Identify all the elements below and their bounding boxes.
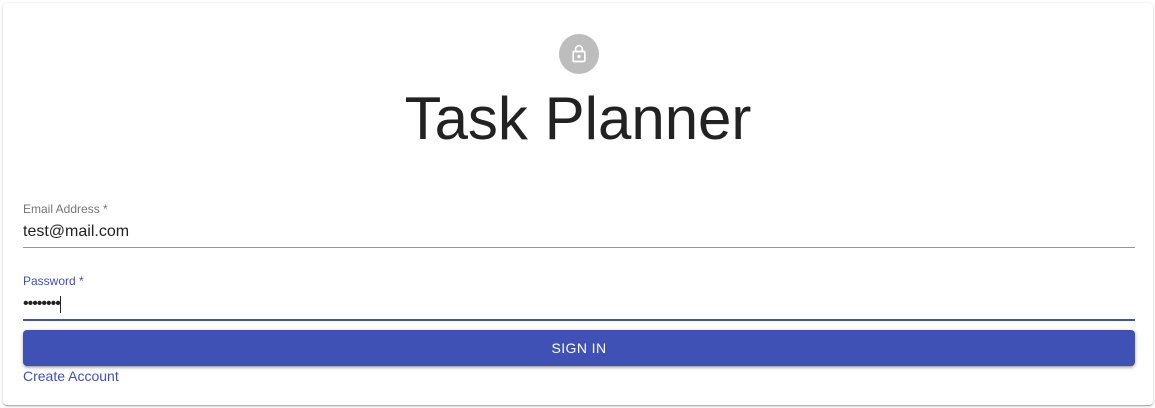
email-underline: [23, 247, 1135, 248]
text-caret: [59, 296, 61, 313]
create-account-link[interactable]: Create Account: [23, 368, 119, 384]
lock-icon: [569, 44, 589, 64]
password-value: ••••••••: [23, 295, 61, 312]
page-title: Task Planner: [404, 85, 752, 152]
login-card: Task Planner Email Address * Password * …: [3, 3, 1153, 405]
password-label: Password *: [23, 274, 84, 288]
email-label: Email Address *: [23, 202, 108, 216]
avatar: [559, 34, 599, 74]
sign-in-button[interactable]: SIGN IN: [23, 330, 1135, 366]
email-input[interactable]: [23, 221, 1135, 243]
password-input[interactable]: ••••••••: [23, 293, 1135, 315]
email-field: Email Address *: [23, 202, 1135, 248]
password-underline: [23, 319, 1135, 321]
password-field: Password * ••••••••: [23, 274, 1135, 322]
